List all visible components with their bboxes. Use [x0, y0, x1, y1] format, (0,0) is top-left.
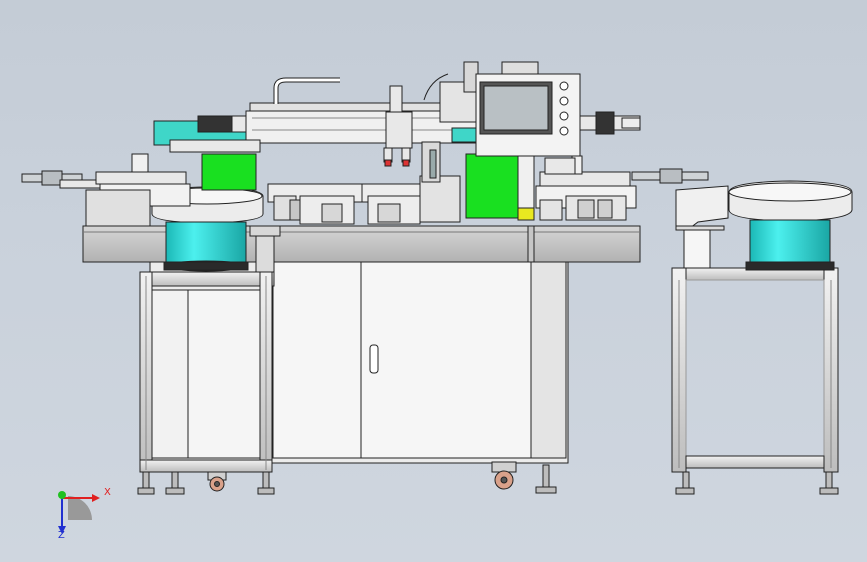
z-axis-label: Z	[58, 530, 65, 541]
coordinate-triad	[58, 491, 100, 534]
x-axis-label: X	[104, 487, 111, 498]
cad-viewport[interactable]: X Z	[0, 0, 867, 562]
y-axis-arrow	[58, 491, 66, 499]
